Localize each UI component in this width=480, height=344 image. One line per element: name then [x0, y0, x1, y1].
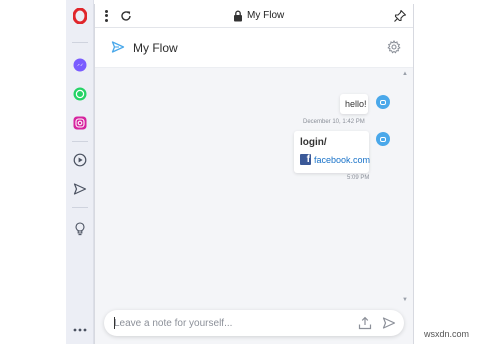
- lightbulb-icon[interactable]: [70, 219, 90, 239]
- device-avatar-icon: [376, 132, 390, 146]
- message-text: hello!: [345, 99, 367, 109]
- panel-address-bar: My Flow: [95, 4, 413, 28]
- message-bubble[interactable]: hello!: [340, 94, 368, 114]
- my-flow-panel: My Flow My Flow ▲ ▼ hello! December 10, …: [94, 4, 414, 344]
- reload-icon[interactable]: [119, 9, 133, 23]
- flow-logo-icon: [111, 41, 125, 53]
- message-timestamp: December 10, 1:42 PM: [303, 119, 365, 125]
- messenger-icon[interactable]: [70, 55, 90, 75]
- note-input[interactable]: [114, 315, 344, 331]
- device-avatar-icon: [376, 95, 390, 109]
- sidebar-divider: [72, 141, 88, 142]
- sidebar-divider: [72, 207, 88, 208]
- scroll-down-arrow[interactable]: ▼: [402, 297, 408, 303]
- player-icon[interactable]: [70, 150, 90, 170]
- pin-icon[interactable]: [393, 9, 407, 23]
- lock-icon: [234, 10, 242, 22]
- page-background: [415, 0, 480, 344]
- sidebar-divider: [72, 42, 88, 43]
- note-input-bar: [104, 310, 404, 336]
- screenshot-root: My Flow My Flow ▲ ▼ hello! December 10, …: [0, 0, 480, 344]
- flow-header: My Flow: [95, 28, 413, 68]
- upload-icon[interactable]: [358, 316, 372, 330]
- send-icon[interactable]: [382, 316, 396, 330]
- opera-sidebar: [66, 0, 94, 344]
- facebook-icon: f: [300, 154, 311, 165]
- link-domain[interactable]: facebook.com: [314, 155, 370, 166]
- more-dots-icon[interactable]: [70, 320, 90, 340]
- opera-logo-icon[interactable]: [70, 6, 90, 26]
- message-timestamp: 5:09 PM: [347, 175, 370, 181]
- menu-dots-icon[interactable]: [103, 9, 109, 23]
- page-title: My Flow: [133, 41, 178, 55]
- link-title: login/: [300, 137, 327, 148]
- flow-send-icon[interactable]: [70, 179, 90, 199]
- text-caret: [114, 317, 115, 329]
- gear-icon[interactable]: [387, 40, 401, 54]
- watermark: wsxdn.com: [424, 329, 470, 339]
- whatsapp-icon[interactable]: [70, 84, 90, 104]
- link-message-bubble[interactable]: login/ f facebook.com: [294, 131, 370, 173]
- address-bar-title: My Flow: [247, 10, 285, 21]
- scroll-up-arrow[interactable]: ▲: [402, 71, 408, 77]
- instagram-icon[interactable]: [70, 113, 90, 133]
